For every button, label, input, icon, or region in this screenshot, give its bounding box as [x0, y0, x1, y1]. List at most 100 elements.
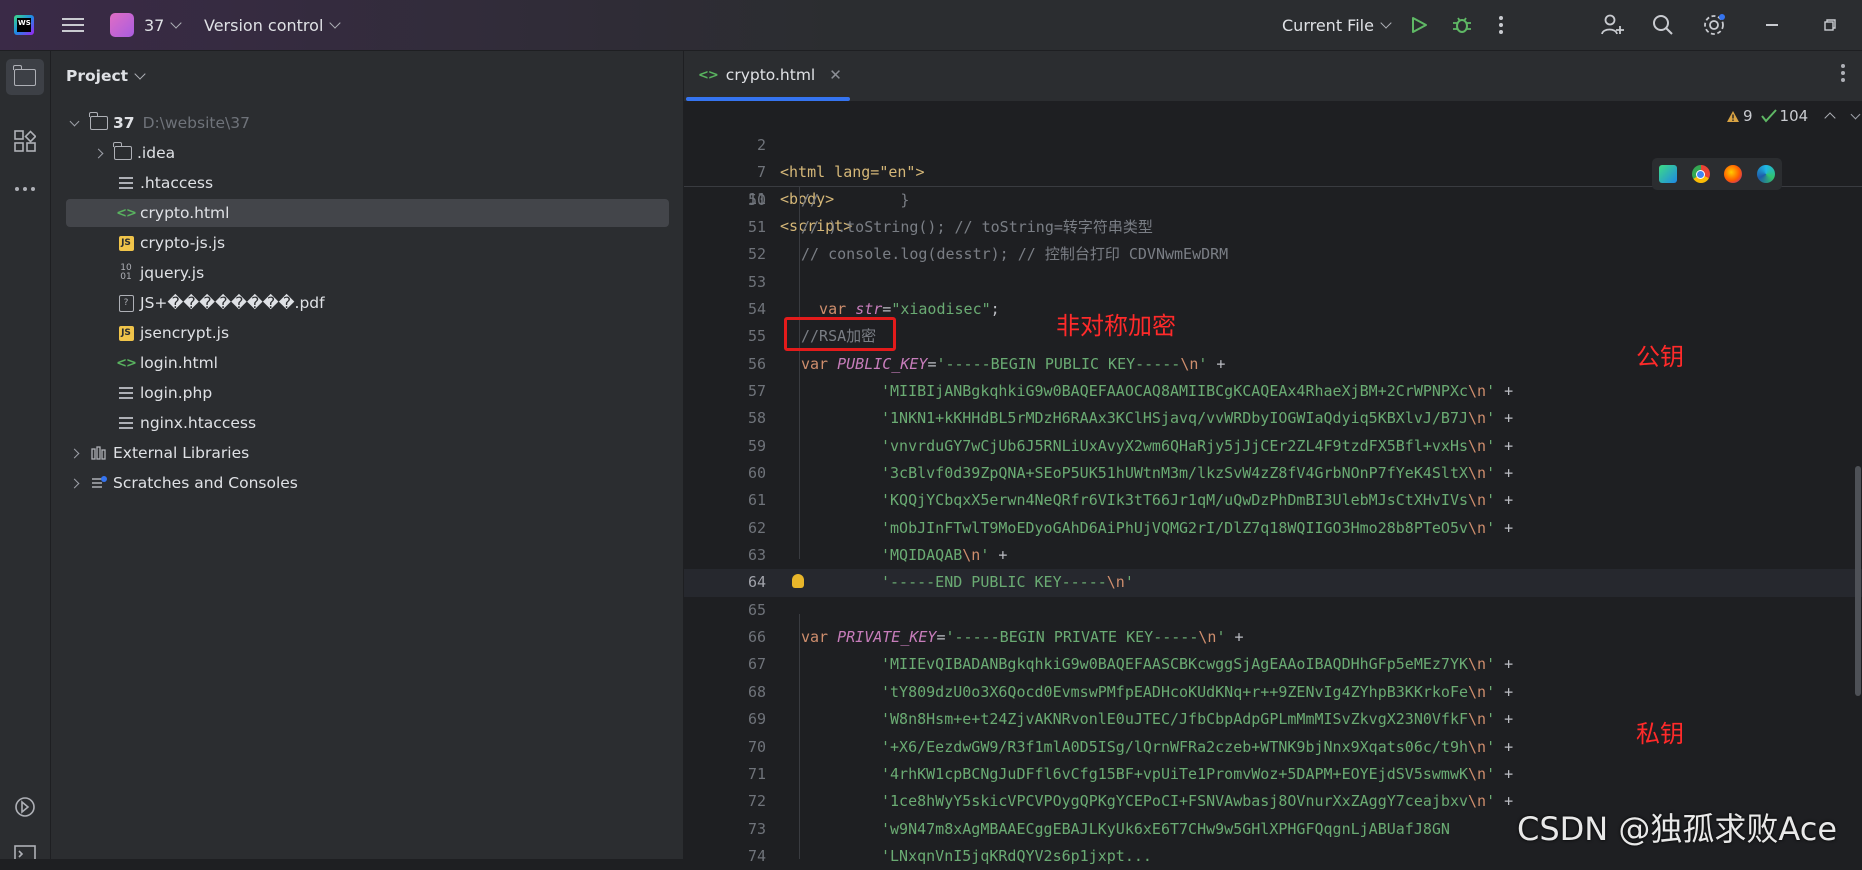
- code-line[interactable]: 51 // ).toString(); // toString=转字符串类型: [684, 214, 1862, 241]
- restore-icon[interactable]: [1824, 0, 1836, 50]
- close-tab-icon[interactable]: ✕: [829, 66, 842, 84]
- tree-item-jsencrypt[interactable]: JS jsencrypt.js: [51, 319, 683, 347]
- project-tool-folder-icon[interactable]: [6, 59, 44, 95]
- intention-bulb-icon[interactable]: [792, 574, 804, 589]
- line-number: 69: [747, 710, 766, 729]
- services-icon[interactable]: [14, 796, 36, 822]
- string-token: ': [1486, 491, 1496, 510]
- string-token: '1ce8hWyY5skicVPCVPOygQPKgYCEPoCI+FSNVAw…: [881, 792, 1468, 811]
- app-logo[interactable]: WS: [14, 0, 34, 50]
- tab-label: crypto.html: [725, 66, 816, 84]
- project-avatar: [110, 13, 134, 37]
- tab-options-icon[interactable]: [1840, 63, 1846, 87]
- tree-root[interactable]: 37 D:\website\37: [51, 109, 683, 137]
- string-token: ': [1486, 764, 1496, 783]
- js-library-icon: 10 01: [120, 263, 132, 282]
- code-line[interactable]: 53: [684, 269, 1862, 296]
- minimize-icon[interactable]: [1766, 0, 1778, 50]
- project-panel-header[interactable]: Project: [66, 67, 146, 85]
- code-line[interactable]: 66 var PRIVATE_KEY='-----BEGIN PRIVATE KE…: [684, 624, 1862, 651]
- search-icon[interactable]: [1652, 0, 1674, 50]
- string-token: ': [1486, 655, 1496, 674]
- more-actions-icon[interactable]: [1498, 0, 1504, 50]
- code-line[interactable]: 59 'vnvrduGY7wCjUb6J5RNLiUxAvyX2wm6QHaRjy…: [684, 433, 1862, 460]
- code-line[interactable]: 50 // }: [684, 187, 1862, 214]
- code-text: '1ce8hWyY5skicVPCVPOygQPKgYCEPoCI+FSNVAw…: [881, 788, 1513, 815]
- operator-token: +: [1207, 354, 1226, 373]
- code-line[interactable]: 56 var PUBLIC_KEY='-----BEGIN PUBLIC KEY-…: [684, 351, 1862, 378]
- item-label: nginx.htaccess: [140, 414, 257, 432]
- variable-token: PRIVATE_KEY: [837, 628, 937, 647]
- root-name: 37: [113, 114, 135, 132]
- tree-item-login-html[interactable]: <> login.html: [51, 349, 683, 377]
- tree-item-jquery[interactable]: 10 01 jquery.js: [51, 259, 683, 287]
- code-line[interactable]: 52 // console.log(desstr); // 控制台打印 CDVNw…: [684, 241, 1862, 268]
- add-user-icon[interactable]: [1601, 0, 1625, 50]
- tree-scratches[interactable]: Scratches and Consoles: [51, 469, 683, 497]
- code-line[interactable]: 58 '1NKN1+kKHHdBL5rMDzH6RAAx3KClHSjavq/vv…: [684, 405, 1862, 432]
- code-line[interactable]: 64 '-----END PUBLIC KEY-----\n': [684, 569, 1862, 597]
- tree-item-idea[interactable]: .idea: [51, 139, 683, 167]
- previous-highlight-icon[interactable]: [1824, 112, 1836, 124]
- html-file-icon: <>: [698, 67, 719, 83]
- run-icon[interactable]: [1410, 0, 1428, 50]
- operator-token: +: [1495, 737, 1514, 756]
- watermark: CSDN @独孤求败Ace: [1517, 810, 1838, 848]
- settings-gear-icon[interactable]: [1702, 0, 1726, 50]
- sticky-line[interactable]: 7 <body>: [684, 132, 1862, 208]
- code-line[interactable]: 71 '4rhKW1cpBCNgJuDFfl6vCfg15BF+vpUiTe1Pr…: [684, 761, 1862, 788]
- project-switcher[interactable]: 37: [110, 0, 183, 50]
- edge-icon[interactable]: [1756, 165, 1775, 183]
- run-config-selector[interactable]: Current File: [1282, 0, 1392, 50]
- debug-icon[interactable]: [1452, 0, 1472, 50]
- vcs-widget[interactable]: Version control: [204, 0, 342, 50]
- tree-item-pdf[interactable]: ? JS+��������.pdf: [51, 289, 683, 317]
- operator-token: +: [1225, 628, 1244, 647]
- tree-item-crypto-js[interactable]: JS crypto-js.js: [51, 229, 683, 257]
- main-menu-icon[interactable]: [62, 0, 84, 50]
- line-number: 74: [747, 846, 766, 865]
- tab-crypto-html[interactable]: <> crypto.html ✕: [698, 51, 842, 99]
- item-label: login.html: [140, 354, 218, 372]
- code-line[interactable]: 65: [684, 597, 1862, 624]
- tree-item-htaccess[interactable]: .htaccess: [51, 169, 683, 197]
- operator-token: +: [1495, 518, 1514, 537]
- annotation-public-key: 公钥: [1636, 343, 1684, 371]
- escape-token: \n: [962, 546, 981, 565]
- code-line[interactable]: 70 '+X6/EezdwGW9/R3f1mlA0D5ISg/lQrnWFRa2c…: [684, 734, 1862, 761]
- editor-scrollbar[interactable]: [1855, 466, 1861, 696]
- tree-item-crypto-html[interactable]: <> crypto.html: [66, 199, 669, 227]
- sticky-line[interactable]: 2 <html lang="en">: [684, 105, 1862, 181]
- next-highlight-icon[interactable]: [1850, 109, 1861, 119]
- line-number: 72: [747, 792, 766, 811]
- terminal-icon[interactable]: [14, 845, 36, 863]
- webstorm-preview-icon[interactable]: [1659, 165, 1678, 183]
- chevron-right-icon[interactable]: [93, 148, 104, 158]
- chevron-right-icon[interactable]: [69, 478, 80, 488]
- string-token: ': [1486, 518, 1496, 537]
- code-line[interactable]: 68 'tY809dzU0o3X6Qocd0EvmswPMfpEADHcoKUdK…: [684, 679, 1862, 706]
- string-token: ': [1124, 573, 1134, 592]
- code-line[interactable]: 57 'MIIBIjANBgkqhkiG9w0BAQEFAAOCAQ8AMIIBC…: [684, 378, 1862, 405]
- more-tools-icon[interactable]: [14, 178, 36, 196]
- chevron-right-icon[interactable]: [69, 448, 80, 458]
- tree-item-nginx[interactable]: nginx.htaccess: [51, 409, 683, 437]
- code-line[interactable]: 69 'W8n8Hsm+e+t24ZjvAKNRvonlE0uJTEC/JfbCb…: [684, 706, 1862, 733]
- chevron-down-icon[interactable]: [69, 116, 80, 126]
- html-file-icon: <>: [116, 355, 137, 371]
- escape-token: \n: [1198, 628, 1217, 647]
- code-line[interactable]: 62 'mObJInFTwlT9MoEDyoGAhD6AiPhUjVQMG2rI/…: [684, 515, 1862, 542]
- tree-item-login-php[interactable]: login.php: [51, 379, 683, 407]
- string-token: '-----BEGIN PRIVATE KEY-----: [945, 628, 1199, 647]
- chrome-icon[interactable]: [1691, 165, 1710, 183]
- code-line[interactable]: 67 'MIIEvQIBADANBgkqhkiG9w0BAQEFAASCBKcwg…: [684, 651, 1862, 678]
- inspection-widget[interactable]: 9 104: [1726, 107, 1861, 125]
- string-token: '+X6/EezdwGW9/R3f1mlA0D5ISg/lQrnWFRa2cze…: [881, 737, 1468, 756]
- code-line[interactable]: 60 '3cBlvf0d39ZpQNA+SEoP5UK51hUWtnM3m/lkz…: [684, 460, 1862, 487]
- tree-external-libraries[interactable]: External Libraries: [51, 439, 683, 467]
- structure-icon[interactable]: [14, 130, 37, 156]
- code-line[interactable]: 61 'KQQjYCbqxX5erwn4NeQRfr6VIk3tT66Jr1qM/…: [684, 487, 1862, 514]
- string-token: ': [1486, 409, 1496, 428]
- firefox-icon[interactable]: [1724, 165, 1743, 183]
- code-line[interactable]: 63 'MQIDAQAB\n' +: [684, 542, 1862, 569]
